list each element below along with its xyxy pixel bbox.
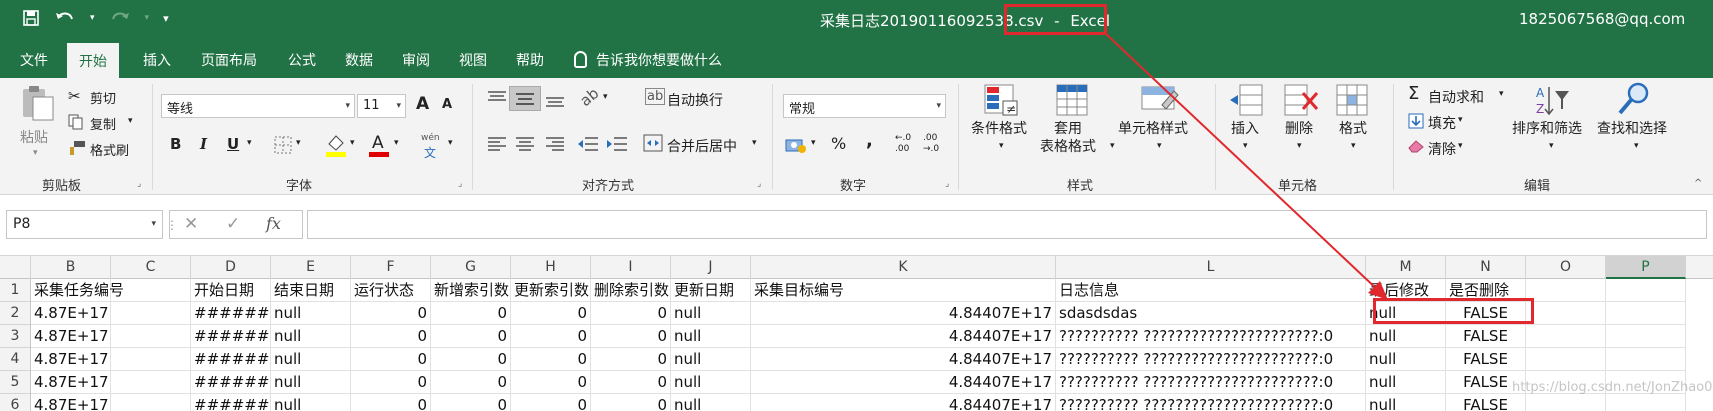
watermark: https://blog.csdn.net/JonZhao09 xyxy=(1512,380,1713,395)
annotation-arrow-icon xyxy=(1105,33,1388,300)
